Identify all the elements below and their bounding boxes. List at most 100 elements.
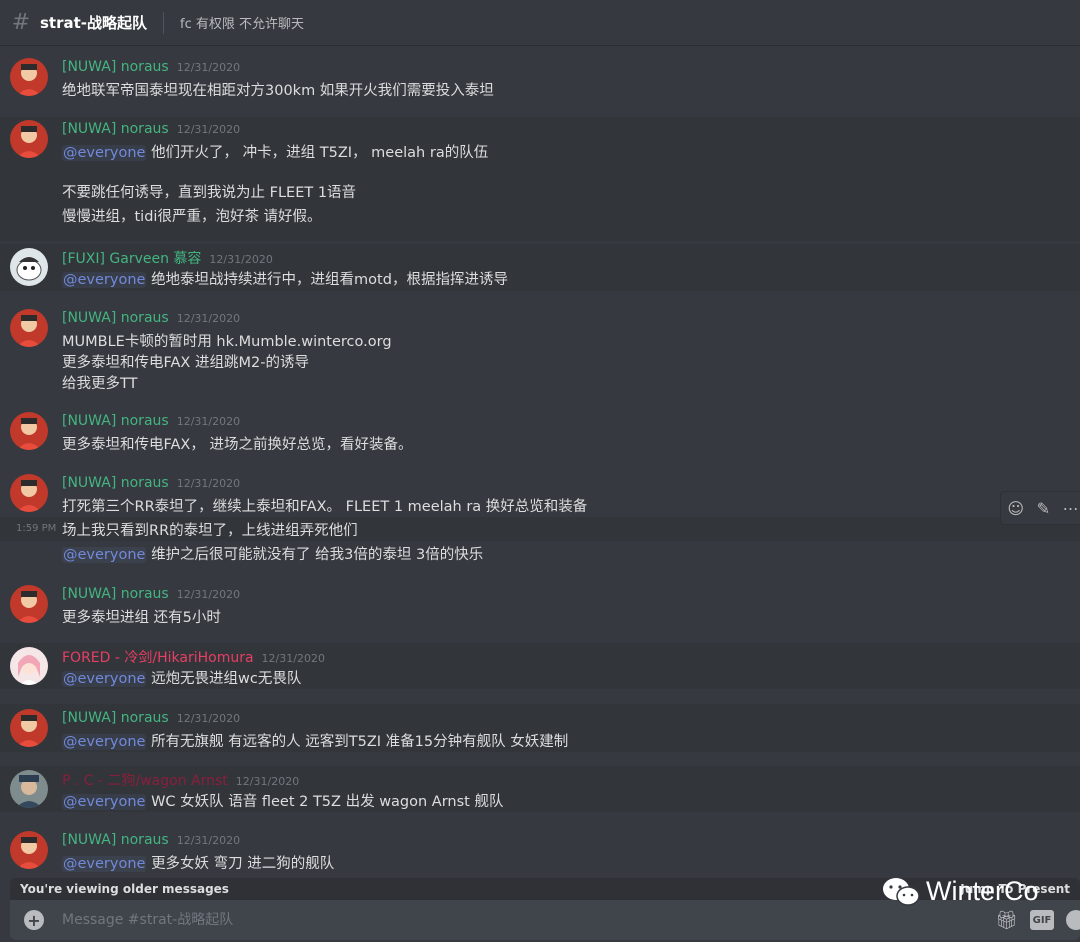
emoji-icon[interactable] <box>1066 910 1080 930</box>
message-text: 慢慢进组，tidi很严重，泡好茶 请好假。 <box>62 209 322 225</box>
timestamp: 12/31/2020 <box>176 477 241 490</box>
author-name[interactable]: [NUWA] noraus <box>62 710 169 726</box>
message-group[interactable]: [NUWA] noraus 12/31/2020 @everyone 更多女妖 … <box>0 825 1080 877</box>
message-text-part: 绝地泰坦战持续进行中，进组看motd，根据指挥进诱导 <box>151 272 508 288</box>
mention-everyone[interactable]: @everyone <box>62 272 147 288</box>
timestamp: 12/31/2020 <box>176 712 241 725</box>
message-meta: P . C - 二狗/wagon Arnst 12/31/2020 <box>62 770 299 790</box>
avatar[interactable] <box>10 585 48 623</box>
timestamp: 12/31/2020 <box>176 588 241 601</box>
hover-timestamp: 1:59 PM <box>16 523 57 534</box>
mention-everyone[interactable]: @everyone <box>62 734 147 750</box>
add-reaction-icon[interactable]: ☺ <box>1007 499 1024 518</box>
author-name[interactable]: [NUWA] noraus <box>62 413 169 429</box>
author-name[interactable]: [FUXI] Garveen 慕容 <box>62 248 201 268</box>
edit-icon[interactable]: ✎ <box>1037 499 1050 518</box>
message-meta: [NUWA] noraus 12/31/2020 <box>62 586 240 602</box>
message-text-part: 远炮无畏进组wc无畏队 <box>151 671 302 687</box>
message-text: @everyone WC 女妖队 语音 fleet 2 T5Z 出发 wagon… <box>62 790 503 811</box>
message-group[interactable]: FORED - 冷剑/HikariHomura 12/31/2020 @ever… <box>0 643 1080 689</box>
mention-everyone[interactable]: @everyone <box>62 671 147 687</box>
avatar[interactable] <box>10 770 48 808</box>
message-group[interactable]: [NUWA] noraus 12/31/2020 更多泰坦和传电FAX， 进场之… <box>0 402 1080 462</box>
upload-plus-icon[interactable]: + <box>24 910 44 930</box>
message-meta: [NUWA] noraus 12/31/2020 <box>62 832 240 848</box>
timestamp: 12/31/2020 <box>176 123 241 136</box>
message-meta: [NUWA] noraus 12/31/2020 <box>62 121 240 137</box>
message-text: 给我更多TT <box>62 376 138 392</box>
message-group[interactable]: P . C - 二狗/wagon Arnst 12/31/2020 @every… <box>0 766 1080 812</box>
message-group[interactable]: [NUWA] noraus 12/31/2020 更多泰坦进组 还有5小时 <box>0 577 1080 635</box>
message-text: 更多泰坦和传电FAX 进组跳M2-的诱导 <box>62 355 309 371</box>
timestamp: 12/31/2020 <box>235 775 300 788</box>
message-text: 更多泰坦进组 还有5小时 <box>62 610 221 626</box>
author-name[interactable]: [NUWA] noraus <box>62 59 169 75</box>
message-text-part: 他们开火了， 冲卡，进组 T5ZI， meelah ra的队伍 <box>151 145 489 161</box>
message-text: 场上我只看到RR的泰坦了，上线进组弄死他们 <box>62 523 358 539</box>
mention-everyone[interactable]: @everyone <box>62 145 147 161</box>
author-name[interactable]: [NUWA] noraus <box>62 121 169 137</box>
avatar[interactable] <box>10 412 48 450</box>
avatar[interactable] <box>10 709 48 747</box>
message-meta: [NUWA] noraus 12/31/2020 <box>62 59 240 75</box>
message-text: 更多泰坦和传电FAX， 进场之前换好总览，看好装备。 <box>62 437 413 453</box>
header-divider <box>163 11 165 34</box>
author-name[interactable]: FORED - 冷剑/HikariHomura <box>62 647 254 667</box>
message-group[interactable]: [NUWA] noraus 12/31/2020 MUMBLE卡顿的暂时用 hk… <box>0 297 1080 397</box>
older-messages-text: You're viewing older messages <box>20 882 229 896</box>
timestamp: 12/31/2020 <box>176 61 241 74</box>
avatar[interactable] <box>10 120 48 158</box>
message-text: @everyone 更多女妖 弯刀 进二狗的舰队 <box>62 852 334 873</box>
avatar[interactable] <box>10 309 48 347</box>
more-options-icon[interactable]: ⋯ <box>1063 499 1079 518</box>
author-name[interactable]: [NUWA] noraus <box>62 310 169 326</box>
author-name[interactable]: [NUWA] noraus <box>62 832 169 848</box>
message-list[interactable]: [NUWA] noraus 12/31/2020 绝地联军帝国泰坦现在相距对方3… <box>0 47 1080 877</box>
message-text: @everyone 远炮无畏进组wc无畏队 <box>62 667 301 688</box>
timestamp: 12/31/2020 <box>209 253 273 266</box>
wechat-logo-icon <box>883 877 920 906</box>
message-group[interactable]: [NUWA] noraus 12/31/2020 绝地联军帝国泰坦现在相距对方3… <box>0 47 1080 115</box>
avatar[interactable] <box>10 647 48 685</box>
message-text: MUMBLE卡顿的暂时用 hk.Mumble.winterco.org <box>62 334 392 350</box>
message-meta: [NUWA] noraus 12/31/2020 <box>62 413 240 429</box>
avatar[interactable] <box>10 831 48 869</box>
gif-button[interactable]: GIF <box>1030 910 1054 930</box>
message-input[interactable] <box>62 912 962 928</box>
author-name[interactable]: [NUWA] noraus <box>62 475 169 491</box>
message-group[interactable]: [NUWA] noraus 12/31/2020 @everyone 所有无旗舰… <box>0 704 1080 752</box>
watermark-text: WinterCo <box>926 876 1039 906</box>
message-continuation[interactable]: 1:59 PM 场上我只看到RR的泰坦了，上线进组弄死他们 <box>0 517 1080 541</box>
message-text: @everyone 绝地泰坦战持续进行中，进组看motd，根据指挥进诱导 <box>62 268 508 289</box>
message-meta: [NUWA] noraus 12/31/2020 <box>62 310 240 326</box>
author-name[interactable]: P . C - 二狗/wagon Arnst <box>62 770 228 790</box>
timestamp: 12/31/2020 <box>261 652 325 665</box>
mention-everyone[interactable]: @everyone <box>62 794 147 810</box>
author-name[interactable]: [NUWA] noraus <box>62 586 169 602</box>
message-meta: [NUWA] noraus 12/31/2020 <box>62 475 240 491</box>
avatar[interactable] <box>10 248 48 286</box>
channel-topic: fc 有权限 不允许聊天 <box>180 17 305 32</box>
message-text-part: 维护之后很可能就没有了 给我3倍的泰坦 3倍的快乐 <box>151 547 484 563</box>
message-text-part: WC 女妖队 语音 fleet 2 T5Z 出发 wagon Arnst 舰队 <box>151 794 504 810</box>
mention-everyone[interactable]: @everyone <box>62 547 147 563</box>
timestamp: 12/31/2020 <box>176 312 241 325</box>
message-text-part: 更多女妖 弯刀 进二狗的舰队 <box>151 856 335 872</box>
mention-everyone[interactable]: @everyone <box>62 856 147 872</box>
message-group[interactable]: [NUWA] noraus 12/31/2020 @everyone 他们开火了… <box>0 117 1080 241</box>
message-hover-actions: ☺ ✎ ⋯ <box>1000 491 1080 525</box>
message-text-part: 所有无旗舰 有远客的人 远客到T5ZI 准备15分钟有舰队 女妖建制 <box>151 734 569 750</box>
message-continuation[interactable]: @everyone 维护之后很可能就没有了 给我3倍的泰坦 3倍的快乐 <box>0 541 1080 565</box>
message-text: 打死第三个RR泰坦了，继续上泰坦和FAX。 FLEET 1 meelah ra … <box>62 499 588 515</box>
message-text: 绝地联军帝国泰坦现在相距对方300km 如果开火我们需要投入泰坦 <box>62 83 494 99</box>
message-text: @everyone 所有无旗舰 有远客的人 远客到T5ZI 准备15分钟有舰队 … <box>62 730 568 751</box>
avatar[interactable] <box>10 58 48 96</box>
gift-icon[interactable]: 🎁︎ <box>995 910 1018 931</box>
message-text: @everyone 维护之后很可能就没有了 给我3倍的泰坦 3倍的快乐 <box>62 543 483 564</box>
message-group[interactable]: [FUXI] Garveen 慕容 12/31/2020 @everyone 绝… <box>0 244 1080 291</box>
message-text: @everyone 他们开火了， 冲卡，进组 T5ZI， meelah ra的队… <box>62 141 488 162</box>
avatar[interactable] <box>10 474 48 512</box>
message-meta: [FUXI] Garveen 慕容 12/31/2020 <box>62 248 273 268</box>
message-meta: [NUWA] noraus 12/31/2020 <box>62 710 240 726</box>
channel-header: # strat-战略起队 fc 有权限 不允许聊天 <box>0 0 1080 46</box>
